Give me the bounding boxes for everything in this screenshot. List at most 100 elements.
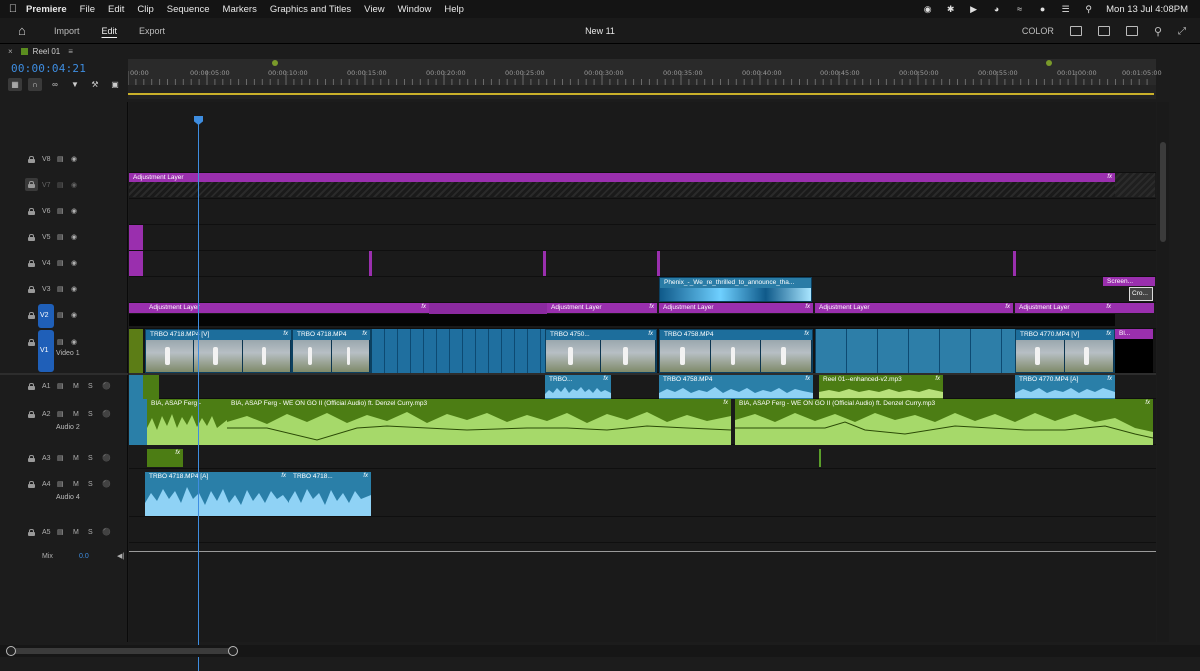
lock-icon[interactable] bbox=[28, 260, 35, 267]
sequence-tab[interactable]: × Reel 01 ≡ bbox=[0, 44, 128, 58]
share-icon[interactable] bbox=[1097, 26, 1110, 36]
sync-lock-icon[interactable]: ▤ bbox=[57, 528, 64, 536]
track-name[interactable]: V5 bbox=[42, 234, 51, 241]
headphones-icon[interactable]: ◕ bbox=[991, 4, 1002, 15]
clip-marker[interactable] bbox=[543, 251, 546, 276]
track-name[interactable]: A5 bbox=[42, 529, 51, 536]
menu-edit[interactable]: Edit bbox=[108, 4, 124, 15]
close-icon[interactable]: × bbox=[8, 47, 13, 56]
clip-bl[interactable]: Bl... bbox=[1115, 329, 1153, 339]
track-v3[interactable]: Phenix_-_We_re_thrilled_to_announce_tha.… bbox=[129, 277, 1156, 303]
track-name[interactable]: V8 bbox=[42, 156, 51, 163]
microphone-icon[interactable]: ⚫ bbox=[102, 528, 111, 536]
go-to-end-icon[interactable]: ◀| bbox=[117, 552, 124, 560]
add-marker-icon[interactable]: ▼ bbox=[68, 78, 82, 91]
clip-trbo-4718[interactable]: TRBO 4718.MP4 fx bbox=[292, 329, 371, 373]
clip-phenix[interactable]: Phenix_-_We_re_thrilled_to_announce_tha.… bbox=[659, 277, 812, 302]
eye-icon[interactable]: ◉ bbox=[71, 311, 77, 319]
track-a5[interactable] bbox=[129, 517, 1156, 543]
clip-marker[interactable] bbox=[369, 251, 372, 276]
track-label[interactable]: Audio 4 bbox=[56, 494, 80, 501]
mute-button[interactable]: M bbox=[73, 383, 79, 390]
clip-a4-trbo-4718[interactable]: TRBO 4718... fx bbox=[289, 472, 371, 516]
sync-lock-icon[interactable]: ▤ bbox=[57, 480, 64, 488]
track-v7[interactable]: Adjustment Layer fx bbox=[129, 173, 1156, 199]
lock-icon[interactable] bbox=[28, 455, 35, 462]
work-area-bar[interactable] bbox=[128, 93, 1154, 95]
solo-button[interactable]: S bbox=[88, 455, 93, 462]
playhead-timecode[interactable]: 00:00:04:21 bbox=[11, 62, 86, 75]
sync-lock-icon[interactable]: ▤ bbox=[57, 382, 64, 390]
track-name[interactable]: V3 bbox=[42, 286, 51, 293]
menu-view[interactable]: View bbox=[364, 4, 384, 15]
track-v2[interactable]: Adjustment Layer fx Adjustment Layer fx … bbox=[129, 303, 1156, 329]
clip-adjustment-layer[interactable]: Adjustment Layer fx bbox=[129, 173, 1115, 182]
clip-cro[interactable]: Cro... bbox=[1129, 287, 1153, 301]
menu-help[interactable]: Help bbox=[444, 4, 464, 15]
clip-trbo-4758[interactable]: TRBO 4758.MP4 fx bbox=[659, 329, 813, 373]
timeline-tracks[interactable]: Adjustment Layer fx Phenix_-_We_re_thril… bbox=[129, 102, 1156, 642]
track-name[interactable]: A1 bbox=[42, 383, 51, 390]
snap-icon[interactable]: ∩ bbox=[28, 77, 42, 91]
menu-window[interactable]: Window bbox=[398, 4, 432, 15]
sync-lock-icon[interactable]: ▤ bbox=[57, 233, 64, 241]
track-v5[interactable] bbox=[129, 225, 1156, 251]
record-icon[interactable]: ◉ bbox=[922, 4, 933, 15]
menu-sequence[interactable]: Sequence bbox=[167, 4, 210, 15]
solo-button[interactable]: S bbox=[88, 481, 93, 488]
track-v6[interactable] bbox=[129, 199, 1156, 225]
clip-screen[interactable]: Screen... bbox=[1103, 277, 1155, 286]
microphone-icon[interactable]: ⚫ bbox=[102, 480, 111, 488]
scroll-zoom-handle-left[interactable] bbox=[6, 646, 16, 656]
home-icon[interactable]: ⌂ bbox=[18, 23, 44, 38]
sync-lock-icon[interactable]: ▤ bbox=[57, 454, 64, 462]
track-name[interactable]: A3 bbox=[42, 455, 51, 462]
mute-button[interactable]: M bbox=[73, 455, 79, 462]
apple-icon[interactable]:  bbox=[0, 3, 26, 15]
sync-lock-icon[interactable]: ▤ bbox=[57, 338, 64, 346]
lock-icon[interactable] bbox=[28, 411, 35, 418]
microphone-icon[interactable]: ⚫ bbox=[102, 382, 111, 390]
track-a3[interactable]: fx bbox=[129, 445, 1156, 469]
clip-audio-green[interactable] bbox=[143, 375, 159, 399]
clip-marker[interactable] bbox=[1013, 251, 1016, 276]
nav-export[interactable]: Export bbox=[139, 26, 165, 36]
lock-icon[interactable] bbox=[28, 312, 35, 319]
lock-icon[interactable] bbox=[28, 286, 35, 293]
clip-adjustment-small[interactable] bbox=[129, 225, 143, 250]
lock-icon[interactable] bbox=[28, 234, 35, 241]
bluetooth-icon[interactable]: ✱ bbox=[945, 4, 956, 15]
clip-a1-trbo-4770[interactable]: TRBO 4770.MP4 [A] fx bbox=[1015, 375, 1115, 399]
track-a1[interactable]: TRBO... fx TRBO 4758.MP4 fx Reel 01--enh… bbox=[129, 375, 1156, 399]
clip-green-start[interactable] bbox=[129, 329, 143, 373]
track-v4[interactable] bbox=[129, 251, 1156, 277]
track-name[interactable]: V4 bbox=[42, 260, 51, 267]
scroll-zoom-handle-right[interactable] bbox=[228, 646, 238, 656]
eye-icon[interactable]: ◉ bbox=[71, 338, 77, 346]
track-name[interactable]: V1 bbox=[40, 347, 49, 354]
lock-icon[interactable] bbox=[28, 156, 35, 163]
search-icon[interactable]: ⚲ bbox=[1083, 4, 1094, 15]
clip-a1-trbo-4758[interactable]: TRBO 4758.MP4 fx bbox=[659, 375, 813, 399]
clip-a3-marker[interactable] bbox=[819, 449, 821, 467]
eye-icon[interactable]: ◉ bbox=[71, 259, 77, 267]
menu-clip[interactable]: Clip bbox=[137, 4, 153, 15]
clip-trbo-4718-v[interactable]: TRBO 4718.MP4 [V] fx bbox=[145, 329, 292, 373]
clip-audio-small[interactable] bbox=[129, 399, 147, 445]
lock-icon[interactable] bbox=[28, 208, 35, 215]
ruler-ticks[interactable]: 00:00 00:00:05:00 00:00:10:00 00:00:15:0… bbox=[128, 59, 1162, 85]
color-workspace-button[interactable]: COLOR bbox=[1022, 26, 1054, 36]
microphone-icon[interactable]: ⚫ bbox=[102, 410, 111, 418]
horizontal-scrollbar[interactable] bbox=[0, 645, 1200, 657]
linked-selection-icon[interactable]: ∞ bbox=[48, 78, 62, 91]
eye-icon[interactable]: ◉ bbox=[71, 233, 77, 241]
eye-icon[interactable]: ◉ bbox=[71, 181, 77, 189]
clip-bia-asap-ferg-2[interactable]: BIA, ASAP Ferg - WE ON GO II (Official A… bbox=[735, 399, 1153, 445]
lock-icon[interactable] bbox=[28, 529, 35, 536]
expand-icon[interactable]: ⤢ bbox=[1178, 26, 1186, 37]
nav-import[interactable]: Import bbox=[54, 26, 80, 36]
wifi-icon[interactable]: ≈ bbox=[1014, 4, 1025, 15]
clip-audio-small[interactable] bbox=[129, 375, 143, 399]
clip-a1-trbo[interactable]: TRBO... fx bbox=[545, 375, 611, 399]
track-a4[interactable]: TRBO 4718.MP4 [A] fx TRBO 4718... fx bbox=[129, 469, 1156, 517]
